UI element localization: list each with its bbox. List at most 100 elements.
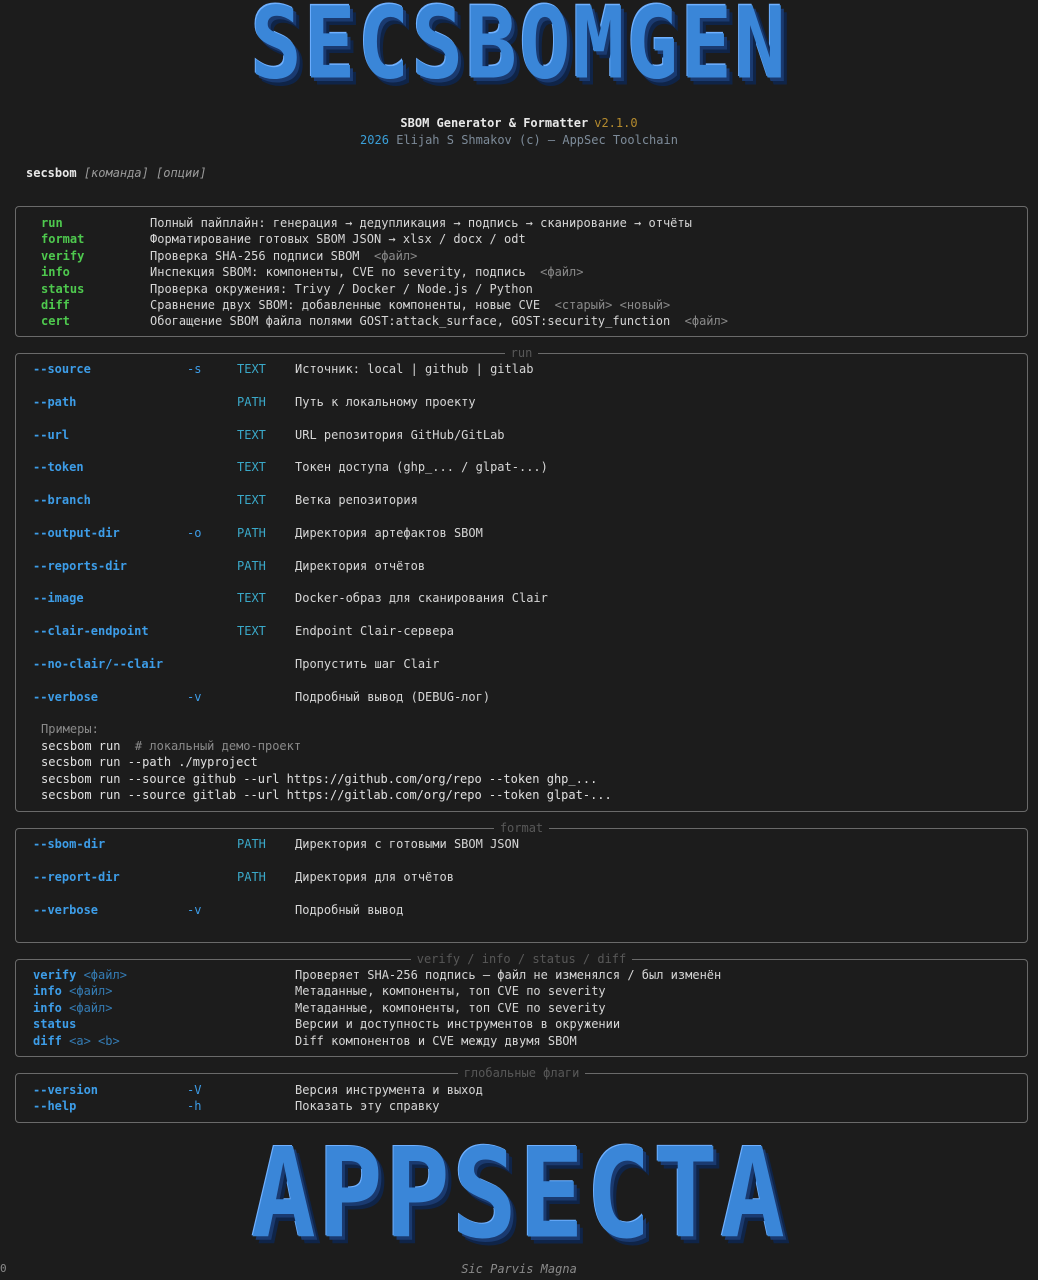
option-desc: Подробный вывод [295, 902, 404, 917]
option-type: PATH [237, 869, 266, 884]
option-flag: --verbose [33, 902, 99, 917]
misc-command: verify <файл> [33, 968, 127, 982]
option-desc: Директория с готовыми SBOM JSON [295, 837, 519, 851]
option-flag: --branch [33, 493, 91, 507]
option-row: --clair-endpoint TEXT Endpoint Clair-серве… [16, 623, 1027, 640]
misc-row: info <файл> Метаданные, компоненты, топ C… [16, 1000, 1027, 1017]
misc-desc: Версии и доступность инструментов в окру… [295, 1017, 621, 1032]
option-desc: Директория для отчётов [295, 869, 454, 884]
command-row: cert Обогащение SBOM файла полями GOST:at… [16, 313, 1027, 330]
example-row: secsbom run --source gitlab --url https:… [16, 787, 1027, 804]
misc-desc: Diff компонентов и CVE между двумя SBOM [295, 1033, 577, 1048]
command-desc: Полный пайплайн: генерация → дедупликаци… [150, 216, 692, 230]
usage-program: secsbom [26, 166, 77, 180]
copyright-year: 2026 [360, 133, 389, 147]
misc-command: info <файл> [33, 1000, 113, 1015]
command-row: format Форматирование готовых SBOM JSON →… [16, 231, 1027, 248]
misc-arg: <файл> [76, 968, 127, 982]
option-type: PATH [237, 525, 266, 540]
command-desc: Проверка SHA-256 подписи SBOM <файл> [150, 248, 418, 263]
command-name: verify [41, 248, 85, 263]
global-flag-row: --version -V Версия инструмента и выход [16, 1082, 1027, 1099]
app-credits: 2026 Elijah S Shmakov (c) — AppSec Toolc… [0, 133, 1038, 147]
option-type: TEXT [237, 427, 266, 442]
format-panel-title: format [16, 821, 1027, 835]
command-row: diff Сравнение двух SBOM: добавленные ком… [16, 297, 1027, 314]
option-flag: --image [33, 591, 84, 606]
option-flag: --sbom-dir [33, 837, 106, 851]
option-short: -s [187, 362, 202, 376]
option-desc: Источник: local | github | gitlab [295, 362, 534, 376]
misc-arg: <a> <b> [61, 1033, 120, 1048]
app-name: SBOM Generator & Formatter [400, 116, 589, 130]
global-flag-row: --help -h Показать эту справку [16, 1098, 1027, 1115]
option-type: TEXT [237, 591, 266, 606]
banner-title-text: SECSBOMGEN [250, 0, 788, 102]
examples-label: Примеры: [41, 722, 99, 736]
option-type: TEXT [237, 493, 266, 507]
global-desc: Показать эту справку [295, 1099, 440, 1114]
option-type: TEXT [237, 624, 266, 638]
app-subtitle: SBOM Generator & Formatter v2.1.0 [0, 116, 1038, 130]
run-panel-title: run [16, 346, 1027, 360]
option-short: -v [187, 689, 202, 704]
example-command: secsbom run --source gitlab --url https:… [41, 788, 612, 803]
run-options-panel: run --source -s TEXT Источник: local | gith… [15, 346, 1028, 812]
option-short: -v [187, 902, 202, 917]
misc-commands-panel: verify / info / status / diff verify <фа… [15, 952, 1028, 1057]
example-row: secsbom run # локальный демо-проект [16, 738, 1027, 755]
global-desc: Версия инструмента и выход [295, 1083, 483, 1097]
option-flag: --path [33, 394, 77, 409]
usage-args: [команда] [опции] [83, 166, 207, 180]
option-flag: --output-dir [33, 525, 120, 540]
global-short: -h [187, 1099, 202, 1114]
misc-arg: <файл> [61, 984, 113, 999]
command-desc: Проверка окружения: Trivy / Docker / Nod… [150, 281, 533, 296]
misc-arg: <файл> [61, 1000, 113, 1015]
examples-label-row: Примеры: [16, 721, 1027, 738]
option-desc: Docker-образ для сканирования Clair [295, 591, 548, 606]
global-panel-title: глобальные флаги [16, 1066, 1027, 1080]
option-row: --image TEXT Docker-образ для сканирования… [16, 590, 1027, 607]
example-command: secsbom run # локальный демо-проект [41, 739, 302, 753]
command-desc: Инспекция SBOM: компоненты, CVE по sever… [150, 265, 584, 280]
option-type: PATH [237, 837, 266, 851]
option-flag: --token [33, 460, 84, 475]
banner-brand-text: APPSECTA [250, 1122, 788, 1267]
global-flag: --version [33, 1083, 99, 1097]
example-command: secsbom run --source github --url https:… [41, 771, 598, 786]
command-arg: <файл> [670, 314, 728, 329]
command-row: info Инспекция SBOM: компоненты, CVE по s… [16, 264, 1027, 281]
option-type: PATH [237, 394, 266, 409]
misc-command: status [33, 1017, 77, 1032]
option-desc: Токен доступа (ghp_... / glpat-...) [295, 460, 548, 475]
format-panel-title-text: format [493, 821, 550, 835]
command-name: cert [41, 314, 70, 329]
banner-brand-ascii: APPSECTA [0, 1127, 1038, 1263]
option-flag: --no-clair/--clair [33, 656, 164, 671]
misc-desc: Проверяет SHA-256 подпись — файл не изме… [295, 968, 722, 982]
option-flag: --source [33, 362, 91, 376]
option-row: --sbom-dir PATH Директория с готовыми SBOM… [16, 836, 1027, 853]
misc-row: status Версии и доступность инструментов … [16, 1016, 1027, 1033]
option-row: --output-dir -o PATH Директория артефактов … [16, 525, 1027, 542]
command-row: status Проверка окружения: Trivy / Docker… [16, 281, 1027, 298]
option-desc: Директория отчётов [295, 558, 426, 573]
misc-desc: Метаданные, компоненты, топ CVE по sever… [295, 984, 606, 999]
global-short: -V [187, 1083, 202, 1097]
example-command: secsbom run --path ./myproject [41, 755, 258, 770]
option-desc: Подробный вывод (DEBUG-лог) [295, 689, 491, 704]
command-row: run Полный пайплайн: генерация → дедуплик… [16, 215, 1027, 232]
app-version: v2.1.0 [594, 116, 638, 130]
option-short: -o [187, 525, 202, 540]
global-flag: --help [33, 1099, 77, 1114]
option-desc: URL репозитория GitHub/GitLab [295, 427, 505, 442]
command-arg: <файл> [359, 248, 418, 263]
run-panel-title-text: run [504, 346, 539, 360]
format-options-panel: format --sbom-dir PATH Директория с готовы… [15, 821, 1028, 943]
option-row: --verbose -v Подробный вывод (DEBUG-лог) [16, 689, 1027, 706]
global-flags-panel: глобальные флаги --version -V Версия инстр… [15, 1066, 1028, 1123]
command-desc: Форматирование готовых SBOM JSON → xlsx … [150, 232, 526, 247]
misc-row: info <файл> Метаданные, компоненты, топ C… [16, 983, 1027, 1000]
command-name: status [41, 281, 85, 296]
